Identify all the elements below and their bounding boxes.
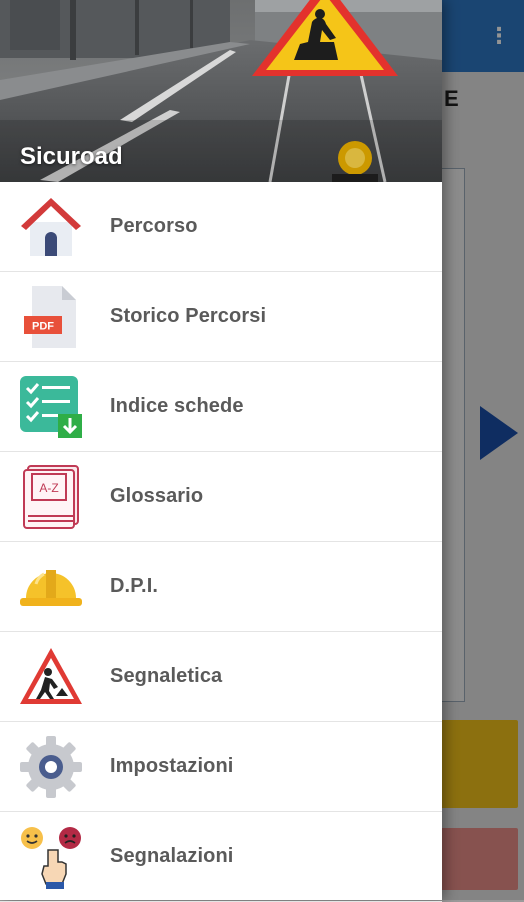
drawer-menu: Percorso PDF Storico Percorsi Indice sch…: [0, 182, 442, 902]
menu-label: Glossario: [110, 485, 204, 507]
home-icon: [18, 194, 84, 260]
menu-label: Segnaletica: [110, 665, 223, 687]
glossary-book-icon: A-Z: [18, 464, 84, 530]
feedback-icon: [18, 824, 84, 890]
menu-item-dpi[interactable]: D.P.I.: [0, 542, 442, 632]
pdf-file-icon: PDF: [18, 284, 84, 350]
checklist-icon: [18, 374, 84, 440]
menu-label: Impostazioni: [110, 755, 234, 777]
menu-label: Segnalazioni: [110, 845, 234, 867]
navigation-drawer: Sicuroad Percorso PDF Storico Percorsi I…: [0, 0, 442, 902]
menu-label: Storico Percorsi: [110, 305, 267, 327]
menu-label: D.P.I.: [110, 575, 159, 597]
glossary-badge-text: A-Z: [39, 481, 58, 495]
menu-label: Percorso: [110, 215, 198, 237]
menu-item-percorso[interactable]: Percorso: [0, 182, 442, 272]
roadwork-sign-icon: [18, 644, 84, 710]
menu-item-indice-schede[interactable]: Indice schede: [0, 362, 442, 452]
gear-icon: [18, 734, 84, 800]
menu-item-segnalazioni[interactable]: Segnalazioni: [0, 812, 442, 902]
menu-item-storico-percorsi[interactable]: PDF Storico Percorsi: [0, 272, 442, 362]
menu-item-segnaletica[interactable]: Segnaletica: [0, 632, 442, 722]
menu-item-glossario[interactable]: A-Z Glossario: [0, 452, 442, 542]
hard-hat-icon: [18, 554, 84, 620]
drawer-header: Sicuroad: [0, 0, 442, 182]
menu-label: Indice schede: [110, 395, 244, 417]
drawer-title: Sicuroad: [20, 143, 123, 170]
menu-item-impostazioni[interactable]: Impostazioni: [0, 722, 442, 812]
pdf-badge-text: PDF: [32, 321, 54, 333]
